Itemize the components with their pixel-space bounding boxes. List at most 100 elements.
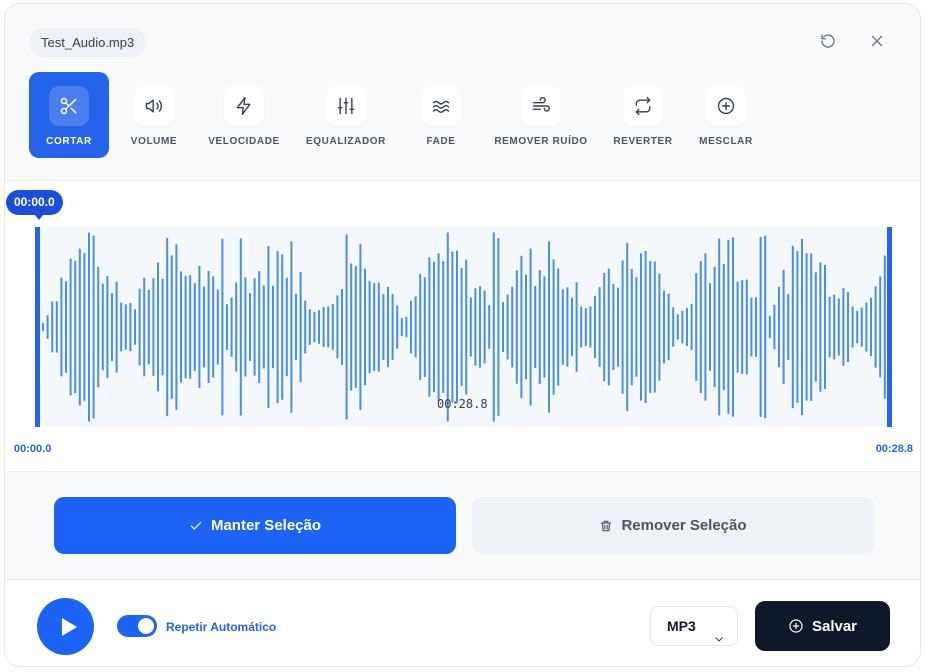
waveform-bar bbox=[212, 276, 215, 378]
tool-equalizador[interactable]: EQUALIZADOR bbox=[301, 72, 391, 147]
waveform-bar bbox=[198, 265, 201, 389]
waveform-bar bbox=[42, 323, 44, 331]
waveform-bar bbox=[548, 241, 550, 413]
waveform-bar bbox=[152, 278, 155, 376]
waveform-bar bbox=[796, 251, 799, 403]
plus-circle-icon bbox=[789, 619, 803, 633]
selection-duration: 00:28.8 bbox=[437, 397, 488, 411]
chevron-down-icon bbox=[713, 621, 725, 642]
waveform-bar bbox=[391, 294, 394, 360]
waveform-bar bbox=[787, 294, 790, 360]
waveform-bar bbox=[709, 283, 711, 371]
waveform-bar bbox=[423, 277, 426, 377]
waveform-bar bbox=[138, 288, 141, 366]
waveform-bar bbox=[221, 238, 224, 416]
waveform-bar bbox=[460, 268, 463, 387]
waveform-bar bbox=[589, 306, 592, 348]
waveform-bar bbox=[437, 253, 440, 401]
waveform-bar bbox=[736, 281, 739, 373]
waveform-bar bbox=[272, 285, 274, 369]
waveform-bar bbox=[433, 261, 435, 393]
tool-label: EQUALIZADOR bbox=[306, 136, 386, 147]
range-start-time: 00:00.0 bbox=[14, 443, 52, 455]
waveform[interactable] bbox=[5, 181, 921, 473]
tool-cortar[interactable]: CORTAR bbox=[29, 72, 109, 158]
sliders-icon bbox=[326, 86, 366, 126]
repeat-label[interactable]: Repetir Automático bbox=[166, 620, 276, 634]
reset-icon[interactable] bbox=[817, 30, 839, 52]
waveform-bar bbox=[285, 277, 288, 377]
tool-reverter[interactable]: REVERTER bbox=[608, 72, 678, 147]
playhead-time[interactable]: 00:00.0 bbox=[6, 190, 63, 220]
keep-selection-button[interactable]: Manter Seleção bbox=[54, 497, 456, 554]
waveform-bar bbox=[193, 283, 196, 371]
tool-label: REVERTER bbox=[613, 136, 673, 147]
waveform-bar bbox=[603, 272, 606, 382]
tool-velocidade[interactable]: VELOCIDADE bbox=[204, 72, 284, 147]
tool-remover-ruido[interactable]: REMOVER RUÍDO bbox=[491, 72, 591, 147]
waveform-bar bbox=[364, 268, 366, 386]
play-button[interactable] bbox=[37, 598, 94, 655]
trash-icon bbox=[601, 520, 612, 531]
selection-handle-start[interactable] bbox=[35, 227, 40, 427]
tool-mesclar[interactable]: MESCLAR bbox=[696, 72, 756, 147]
waveform-bar bbox=[262, 285, 265, 369]
waveform-bar bbox=[69, 258, 72, 396]
waveform-bar bbox=[267, 246, 270, 408]
waveform-bar bbox=[469, 297, 472, 357]
waveform-bar bbox=[368, 280, 371, 374]
waveform-bar bbox=[336, 295, 339, 359]
waveform-area[interactable]: 00:00.0 00:28.8 00:00.0 00:28.8 bbox=[5, 180, 921, 473]
waveform-bar bbox=[741, 280, 744, 374]
waveform-bar bbox=[837, 298, 840, 356]
waveform-bar bbox=[442, 261, 445, 393]
waveform-bar bbox=[759, 237, 762, 417]
toggle-knob bbox=[138, 618, 154, 634]
tool-label: VELOCIDADE bbox=[208, 136, 280, 147]
tool-volume[interactable]: VOLUME bbox=[124, 72, 184, 147]
save-label: Salvar bbox=[811, 617, 858, 635]
waveform-bar bbox=[170, 255, 173, 399]
waves-icon bbox=[421, 86, 461, 126]
waveform-bar bbox=[870, 297, 872, 357]
lightning-icon bbox=[224, 86, 264, 126]
waveform-bar bbox=[354, 266, 357, 388]
waveform-bar bbox=[704, 253, 707, 401]
waveform-bar bbox=[97, 266, 100, 388]
waveform-bar bbox=[511, 286, 514, 368]
waveform-bar bbox=[676, 314, 679, 340]
waveform-bar bbox=[626, 242, 629, 412]
waveform-bar bbox=[111, 293, 113, 361]
waveform-bar bbox=[239, 238, 242, 416]
waveform-bar bbox=[387, 286, 389, 368]
waveform-bar bbox=[506, 294, 509, 360]
scissors-icon bbox=[49, 86, 89, 126]
waveform-bar bbox=[538, 270, 541, 384]
waveform-bar bbox=[865, 302, 868, 352]
waveform-bar bbox=[856, 310, 859, 344]
selection-handle-end[interactable] bbox=[887, 227, 892, 427]
remove-selection-label: Remover Seleção bbox=[621, 517, 747, 534]
waveform-bar bbox=[230, 297, 233, 357]
waveform-bar bbox=[189, 275, 192, 379]
waveform-bar bbox=[768, 315, 771, 339]
waveform-bar bbox=[497, 238, 500, 416]
waveform-bar bbox=[782, 269, 785, 385]
waveform-bar bbox=[575, 282, 578, 372]
format-value: MP3 bbox=[667, 618, 696, 634]
waveform-bar bbox=[276, 251, 279, 403]
close-icon[interactable] bbox=[866, 30, 888, 52]
waveform-bar bbox=[492, 232, 495, 422]
format-select[interactable]: MP3 bbox=[650, 606, 738, 646]
repeat-toggle[interactable] bbox=[117, 615, 157, 637]
waveform-bar bbox=[621, 260, 624, 394]
waveform-bar bbox=[617, 287, 619, 367]
waveform-bar bbox=[819, 262, 822, 392]
range-end-time: 00:28.8 bbox=[875, 443, 913, 455]
tool-fade[interactable]: FADE bbox=[411, 72, 471, 147]
waveform-bar bbox=[727, 240, 730, 414]
waveform-bar bbox=[120, 302, 123, 352]
save-button[interactable]: Salvar bbox=[755, 601, 890, 651]
waveform-bar bbox=[180, 271, 182, 383]
remove-selection-button[interactable]: Remover Seleção bbox=[472, 497, 874, 554]
